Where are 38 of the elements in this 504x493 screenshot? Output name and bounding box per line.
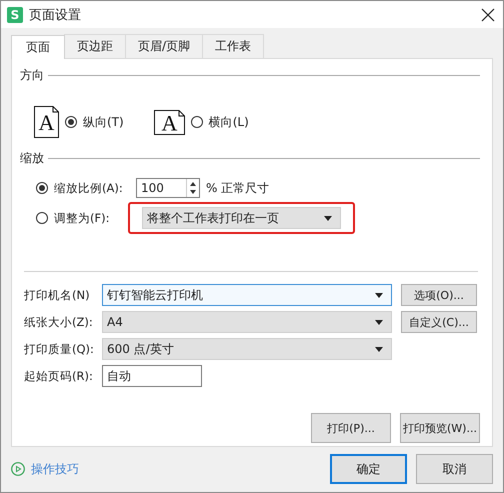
- caret-icon: [375, 292, 383, 298]
- print-button[interactable]: 打印(P)...: [311, 413, 391, 443]
- dialog-button[interactable]: 取消: [416, 454, 493, 484]
- radio-button[interactable]: [36, 212, 48, 224]
- dialog-button[interactable]: 确定: [330, 454, 407, 484]
- radio-label[interactable]: 缩放比例(A):: [54, 180, 130, 196]
- print-button[interactable]: 打印预览(W)...: [400, 413, 480, 443]
- scale-spinner[interactable]: 100: [136, 178, 200, 198]
- section-title: 缩放: [20, 150, 44, 167]
- field-label: 打印机名(N): [24, 288, 91, 302]
- tips-link[interactable]: 操作技巧: [31, 460, 324, 478]
- dropdown[interactable]: A4: [102, 311, 392, 333]
- radio-label[interactable]: 调整为(F):: [54, 210, 130, 226]
- tab[interactable]: 页面: [11, 35, 65, 59]
- tab[interactable]: 工作表: [202, 34, 264, 58]
- field-label: 打印质量(Q):: [24, 342, 95, 356]
- field-label: 纸张大小(Z):: [24, 314, 94, 330]
- window-title: 页面设置: [29, 6, 82, 24]
- section-title: 方向: [20, 67, 44, 84]
- unit-label: % 正常尺寸: [206, 180, 270, 196]
- caret-icon: [375, 346, 383, 352]
- play-icon: [11, 462, 25, 476]
- option-button[interactable]: 自定义(C)...: [401, 311, 477, 333]
- app-icon: S: [7, 6, 23, 22]
- dropdown[interactable]: 钉钉智能云打印机: [102, 284, 392, 306]
- input-field[interactable]: 自动: [102, 365, 202, 387]
- radio-label[interactable]: 横向(L): [208, 114, 249, 130]
- field-label: 起始页码(R):: [24, 368, 94, 384]
- caret-icon: [324, 216, 332, 220]
- option-button[interactable]: 选项(O)...: [401, 284, 477, 306]
- dropdown[interactable]: 600 点/英寸: [102, 338, 392, 360]
- fit-dropdown[interactable]: 将整个工作表打印在一页: [142, 207, 341, 229]
- caret-icon: [375, 320, 383, 324]
- radio-button[interactable]: [190, 116, 203, 128]
- radio-button[interactable]: [36, 182, 48, 194]
- close-icon[interactable]: [481, 8, 495, 22]
- radio-label[interactable]: 纵向(T): [83, 114, 124, 130]
- radio-button[interactable]: [65, 116, 77, 128]
